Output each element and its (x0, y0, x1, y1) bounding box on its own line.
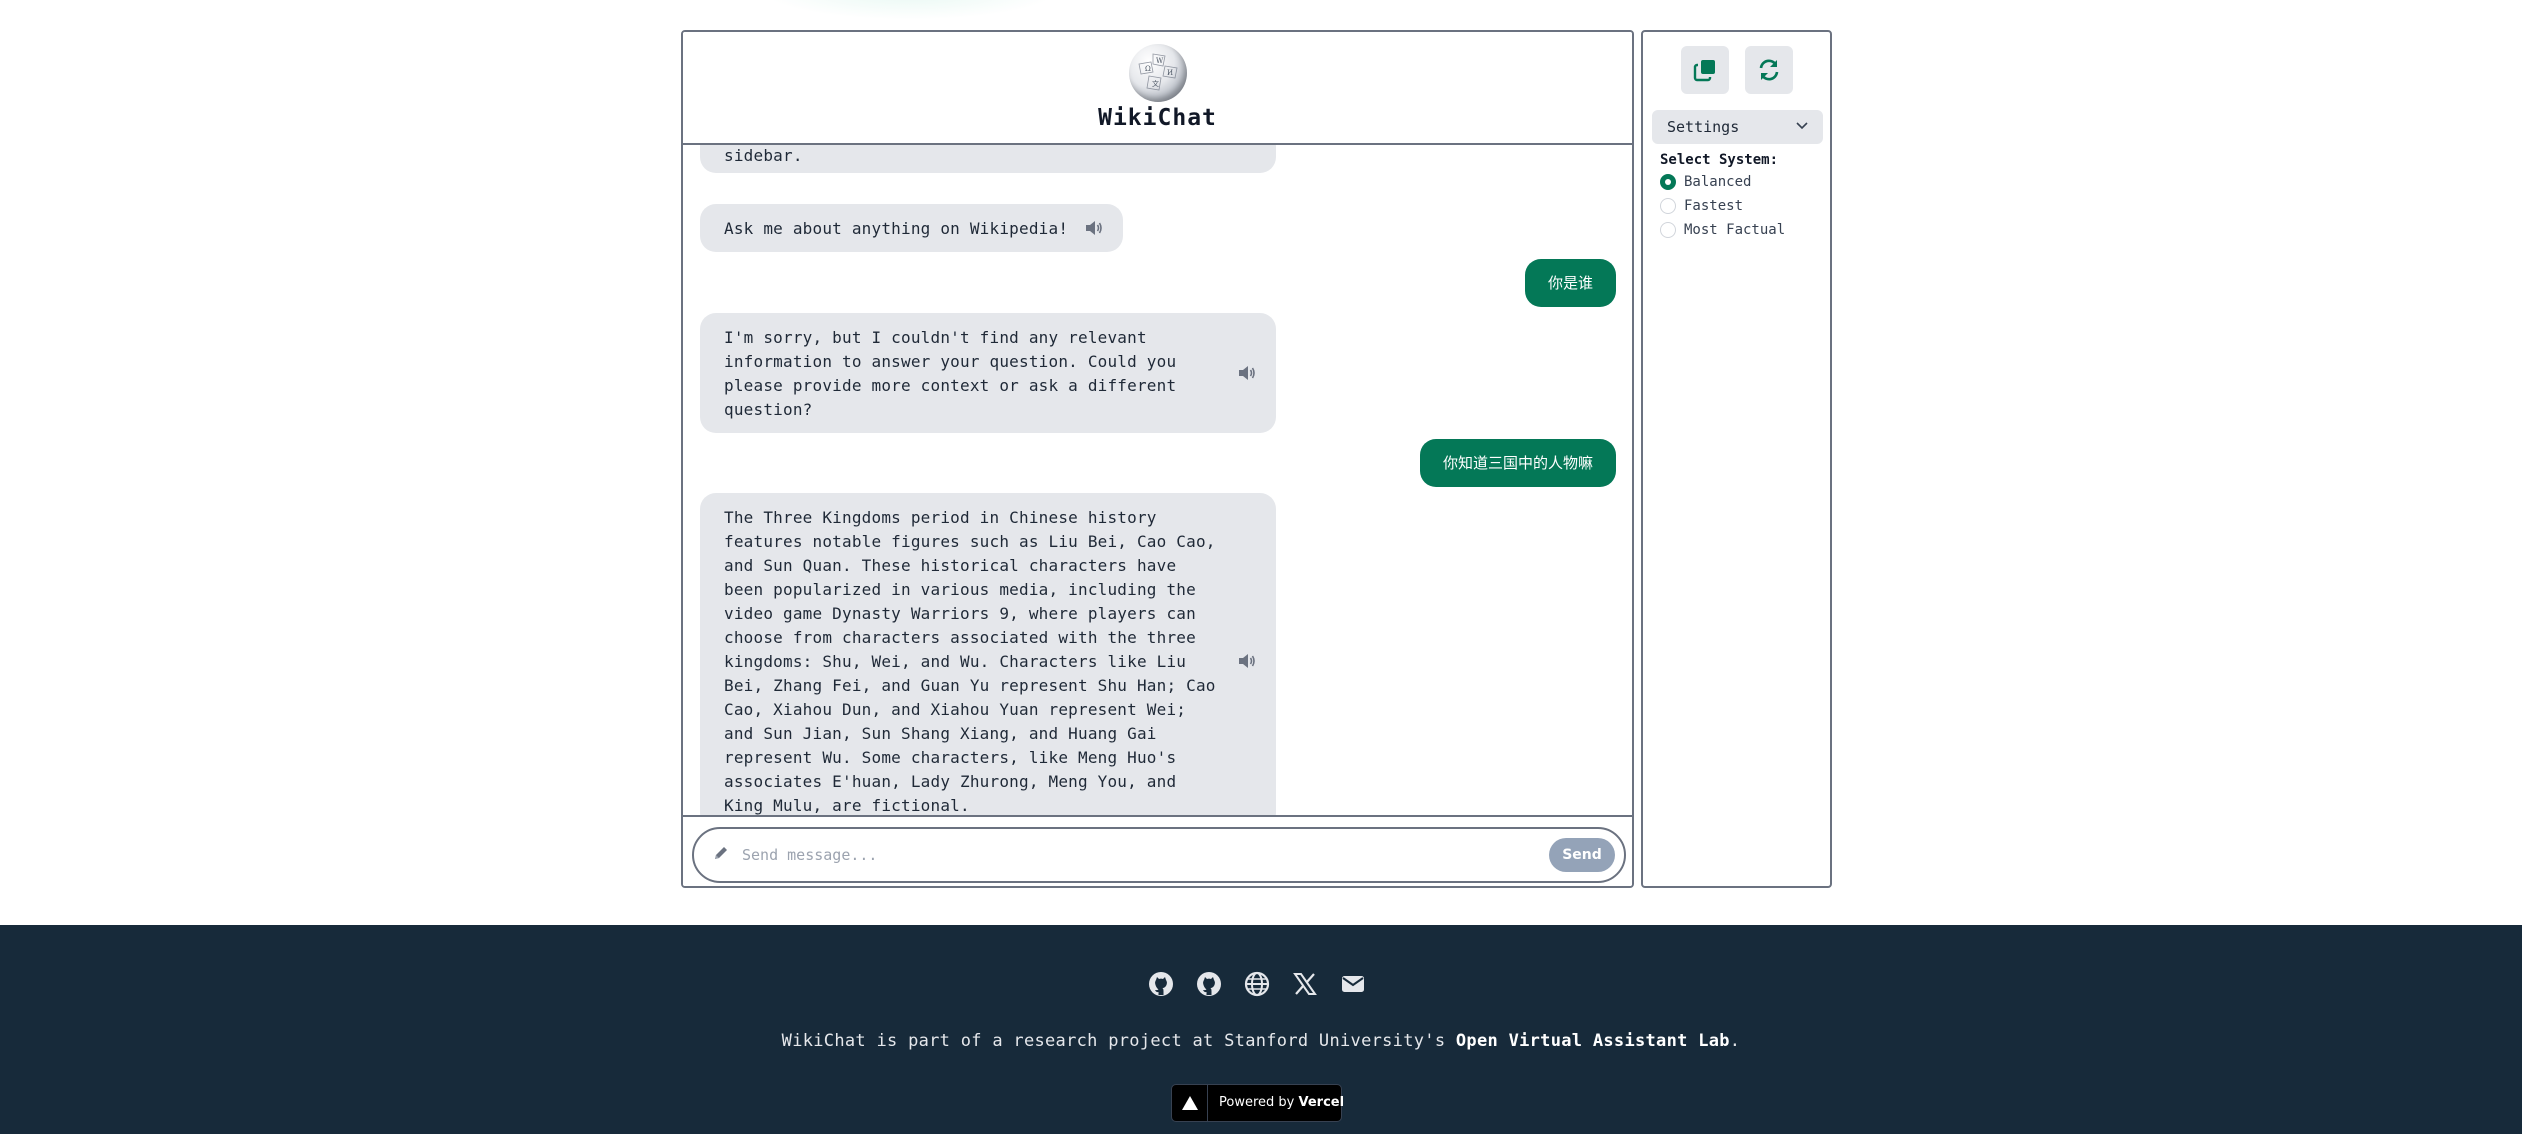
message-input[interactable] (742, 841, 1522, 869)
settings-panel: Settings Select System: Balanced Fastest… (1641, 30, 1832, 888)
composer: Send (683, 815, 1632, 886)
message-line: please provide more context or ask a dif… (724, 376, 1177, 395)
github-icon[interactable] (1196, 971, 1222, 997)
radio-button[interactable] (1660, 198, 1676, 214)
user-message: 你知道三国中的人物嘛 (1419, 439, 1616, 487)
message-line: represent Wu. Some characters, like Meng… (724, 748, 1177, 767)
chat-header: Ω W И 文 WikiChat (683, 32, 1632, 145)
ovalab-link[interactable]: Open Virtual Assistant Lab (1456, 1031, 1730, 1051)
message-input-container: Send (692, 827, 1626, 883)
copy-icon (1693, 60, 1715, 82)
footer-text-suffix: . (1729, 1031, 1741, 1051)
message-line: The Three Kingdoms period in Chinese his… (724, 508, 1157, 527)
message-text: Ask me about anything on Wikipedia! (724, 219, 1069, 238)
radio-label: Fastest (1684, 198, 1744, 214)
powered-by-vercel-badge[interactable]: Powered by Vercel (1171, 1084, 1344, 1122)
github-icon[interactable] (1148, 971, 1174, 997)
message-line: Cao, Xiahou Dun, and Xiahou Yuan represe… (724, 700, 1187, 719)
svg-text:Ω: Ω (1145, 65, 1151, 73)
assistant-message: sidebar. (700, 145, 1276, 173)
vercel-logo (1172, 1085, 1208, 1121)
chat-panel: sidebar. Ask me about anything on Wikipe… (681, 30, 1634, 888)
radio-button[interactable] (1660, 174, 1676, 190)
message-list[interactable]: sidebar. Ask me about anything on Wikipe… (683, 145, 1632, 845)
wikipedia-globe-logo: Ω W И 文 (1129, 44, 1187, 102)
footer-text: WikiChat is part of a research project a… (0, 1031, 2522, 1051)
footer-text-prefix: WikiChat is part of a research project a… (781, 1031, 1456, 1051)
settings-label: Settings (1667, 118, 1740, 136)
copy-button[interactable] (1681, 46, 1729, 94)
message-line: and Sun Jian, Sun Shang Xiang, and Huang… (724, 724, 1157, 743)
assistant-message: The Three Kingdoms period in Chinese his… (700, 493, 1276, 829)
background-glow (760, 0, 1060, 20)
refresh-icon (1759, 59, 1779, 81)
speaker-icon[interactable] (1238, 653, 1256, 669)
message-line: information to answer your question. Cou… (724, 352, 1177, 371)
vercel-prefix: Powered by (1219, 1095, 1299, 1110)
globe-icon[interactable] (1244, 971, 1270, 997)
svg-text:W: W (1156, 57, 1164, 65)
message-line: features notable figures such as Liu Bei… (724, 532, 1216, 551)
radio-button[interactable] (1660, 222, 1676, 238)
message-line: Bei, Zhang Fei, and Guan Yu represent Sh… (724, 676, 1216, 695)
vercel-text: Powered by Vercel (1219, 1085, 1344, 1121)
message-line: and Sun Quan. These historical character… (724, 556, 1177, 575)
message-line: been popularized in various media, inclu… (724, 580, 1196, 599)
message-text: sidebar. (724, 146, 803, 165)
speaker-icon[interactable] (1238, 365, 1256, 381)
app-title: WikiChat (1098, 105, 1217, 131)
settings-dropdown-toggle[interactable]: Settings (1652, 110, 1823, 144)
radio-label: Balanced (1684, 174, 1752, 190)
user-message: 你是谁 (1524, 259, 1616, 307)
chevron-down-icon (1796, 122, 1808, 130)
vercel-triangle-icon (1182, 1096, 1198, 1110)
speaker-icon[interactable] (1085, 220, 1103, 236)
svg-text:文: 文 (1152, 79, 1159, 88)
pencil-icon (715, 847, 727, 859)
message-line: associates E'huan, Lady Zhurong, Meng Yo… (724, 772, 1177, 791)
x-twitter-icon[interactable] (1292, 971, 1318, 997)
radio-label: Most Factual (1684, 222, 1786, 238)
select-system-label: Select System: (1660, 152, 1779, 168)
footer: WikiChat is part of a research project a… (0, 925, 2522, 1134)
send-button[interactable]: Send (1549, 838, 1615, 872)
assistant-message: Ask me about anything on Wikipedia! (700, 204, 1123, 252)
message-line: kingdoms: Shu, Wei, and Wu. Characters l… (724, 652, 1187, 671)
vercel-brand: Vercel (1298, 1095, 1345, 1110)
message-line: choose from characters associated with t… (724, 628, 1196, 647)
assistant-message: I'm sorry, but I couldn't find any relev… (700, 313, 1276, 433)
refresh-button[interactable] (1745, 46, 1793, 94)
message-line: I'm sorry, but I couldn't find any relev… (724, 328, 1147, 347)
envelope-icon[interactable] (1340, 971, 1366, 997)
message-line: question? (724, 400, 813, 419)
message-line: video game Dynasty Warriors 9, where pla… (724, 604, 1196, 623)
svg-text:И: И (1167, 69, 1173, 77)
